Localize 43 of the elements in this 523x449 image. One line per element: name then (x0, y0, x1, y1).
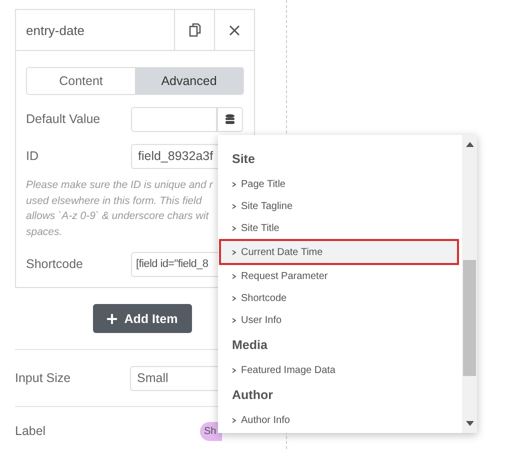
chevron-icon (232, 250, 236, 254)
field-label: Shortcode (26, 257, 84, 271)
default-value-field[interactable] (131, 106, 217, 132)
dropdown-item[interactable]: User Info (221, 309, 457, 331)
scrollbar[interactable] (462, 135, 477, 433)
chevron-icon (232, 274, 236, 278)
dropdown-item[interactable]: Page Title (221, 173, 457, 195)
group-heading: Author (231, 387, 274, 404)
dropdown-item[interactable]: Site Tagline (221, 195, 457, 217)
help-text: used elsewhere in this form. This field (26, 194, 202, 208)
chevron-icon (232, 418, 236, 422)
database-icon (225, 114, 235, 124)
field-label: Label (15, 424, 47, 438)
chevron-icon (232, 368, 236, 372)
field-label: Default Value (26, 112, 102, 126)
scroll-up-icon[interactable] (466, 142, 474, 147)
chevron-icon (232, 296, 236, 300)
dropdown-item[interactable]: Shortcode (221, 287, 457, 309)
group-heading: Site (231, 151, 256, 168)
help-text: Please make sure the ID is unique and r (26, 178, 213, 193)
panel-title: entry-date (25, 22, 86, 40)
plus-icon (107, 314, 118, 324)
chevron-icon (232, 204, 236, 208)
copy-icon (188, 23, 200, 37)
tab[interactable]: Advanced (135, 68, 243, 94)
dropdown-item[interactable]: Author Info (221, 409, 457, 431)
group-heading: Media (231, 337, 268, 354)
close-icon (229, 24, 240, 36)
scroll-down-icon[interactable] (466, 421, 474, 426)
chevron-icon (232, 182, 236, 186)
add-item-button[interactable]: Add Item (93, 304, 192, 333)
chevron-icon (232, 226, 236, 230)
field-label: ID (26, 149, 40, 163)
help-text: allows `A-z 0-9` & underscore chars wit (26, 209, 209, 224)
database-button[interactable] (217, 106, 243, 132)
dropdown-item[interactable]: Site Title (221, 217, 457, 239)
help-text: spaces. (26, 224, 62, 240)
dropdown-item[interactable]: Current Date Time (219, 239, 459, 265)
dropdown-item[interactable]: Request Parameter (221, 265, 457, 287)
chevron-icon (232, 318, 236, 322)
field-label: Input Size (15, 371, 72, 385)
dropdown-item[interactable]: Featured Image Data (221, 359, 457, 381)
scroll-thumb[interactable] (463, 260, 476, 376)
